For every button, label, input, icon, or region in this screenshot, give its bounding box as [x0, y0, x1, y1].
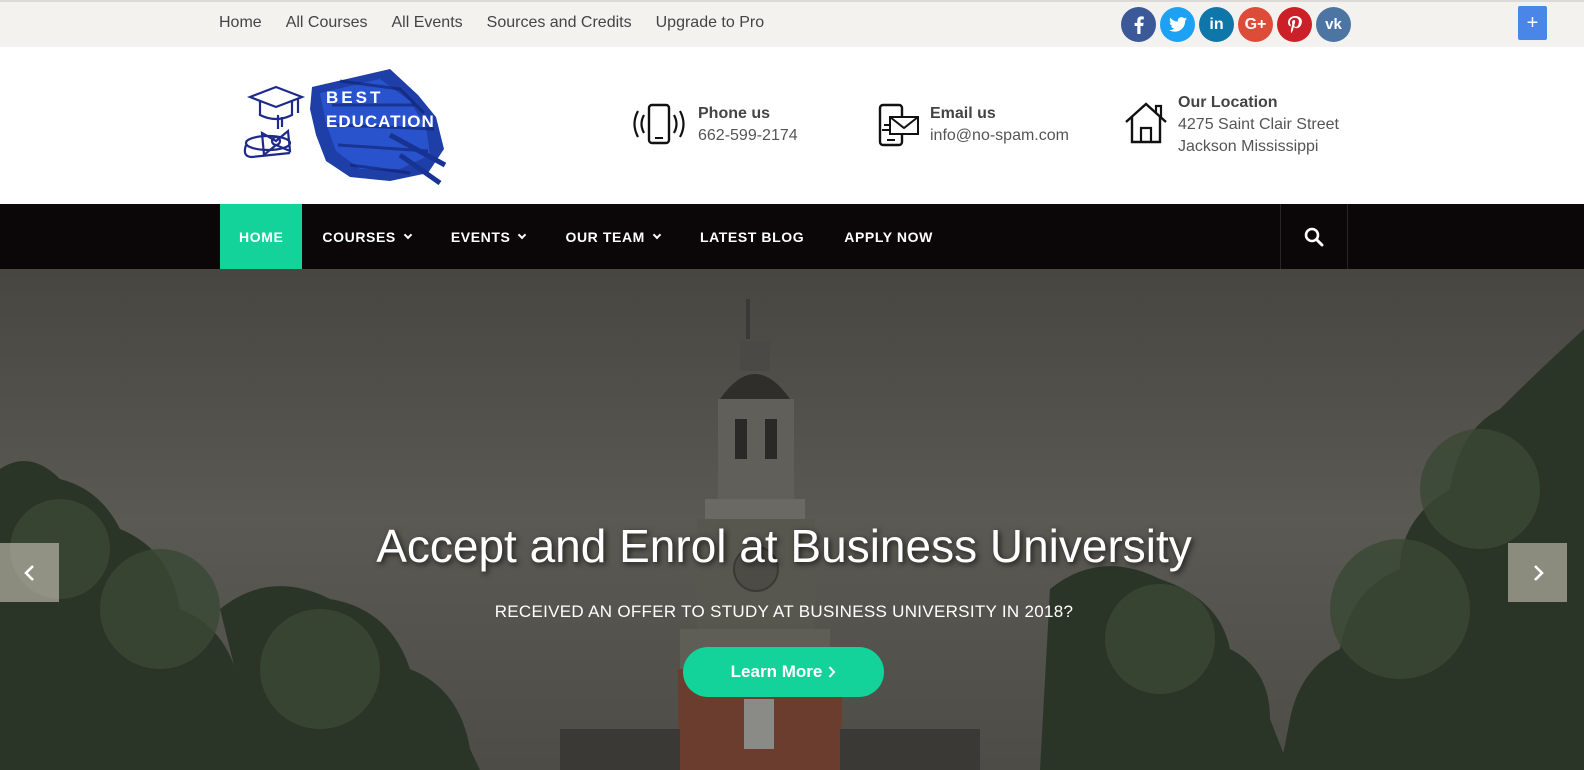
- nav-menu: HOME COURSES EVENTS OUR TEAM LATEST BLOG…: [220, 204, 953, 269]
- linkedin-icon[interactable]: in: [1199, 7, 1234, 42]
- contact-location: Our Location 4275 Saint Clair Street Jac…: [1124, 92, 1339, 158]
- location-street: 4275 Saint Clair Street: [1178, 116, 1339, 133]
- logo-text-education: EDUCATION: [326, 112, 435, 131]
- top-links: Home All Courses All Events Sources and …: [219, 14, 764, 32]
- chevron-right-icon: [1533, 564, 1544, 581]
- logo-cap-icon: [243, 85, 306, 159]
- facebook-icon[interactable]: [1121, 7, 1156, 42]
- google-plus-icon[interactable]: G+: [1238, 7, 1273, 42]
- hero-subtitle: RECEIVED AN OFFER TO STUDY AT BUSINESS U…: [494, 602, 1074, 621]
- email-icon: [878, 103, 920, 152]
- social-links: in G+ vk: [1121, 7, 1351, 42]
- slider-next-button[interactable]: [1508, 543, 1567, 602]
- search-icon: [1304, 227, 1324, 246]
- nav-item-apply-now[interactable]: APPLY NOW: [824, 204, 953, 269]
- chevron-left-icon: [23, 564, 34, 581]
- nav-item-our-team[interactable]: OUR TEAM: [545, 204, 679, 269]
- hero-title: Accept and Enrol at Business University: [376, 520, 1192, 572]
- slider-prev-button[interactable]: [0, 543, 59, 602]
- learn-more-label: Learn More: [730, 662, 823, 681]
- contact-email: Email us info@no-spam.com: [878, 103, 1069, 152]
- phone-number[interactable]: 662-599-2174: [698, 125, 798, 147]
- chevron-down-icon: [403, 230, 413, 239]
- learn-more-button[interactable]: Learn More: [683, 647, 884, 697]
- nav-item-events[interactable]: EVENTS: [431, 204, 546, 269]
- chevron-down-icon: [652, 230, 662, 239]
- contact-phone: Phone us 662-599-2174: [630, 103, 798, 152]
- nav-label-apply-now: APPLY NOW: [844, 228, 933, 245]
- top-link-upgrade-pro[interactable]: Upgrade to Pro: [656, 14, 765, 32]
- site-logo[interactable]: BEST EDUCATION: [240, 65, 450, 186]
- email-title: Email us: [930, 105, 996, 122]
- top-link-sources-credits[interactable]: Sources and Credits: [487, 14, 632, 32]
- top-link-all-events[interactable]: All Events: [392, 14, 463, 32]
- location-city: Jackson Mississippi: [1178, 138, 1319, 155]
- vk-icon[interactable]: vk: [1316, 7, 1351, 42]
- phone-title: Phone us: [698, 105, 771, 122]
- phone-icon: [630, 103, 688, 152]
- twitter-icon[interactable]: [1160, 7, 1195, 42]
- email-address[interactable]: info@no-spam.com: [930, 125, 1069, 147]
- nav-item-courses[interactable]: COURSES: [302, 204, 430, 269]
- top-bar: Home All Courses All Events Sources and …: [0, 0, 1584, 47]
- chevron-down-icon: [518, 230, 527, 239]
- logo-text-best: BEST: [326, 88, 383, 107]
- chevron-right-icon: [829, 666, 836, 678]
- location-title: Our Location: [1178, 94, 1278, 111]
- site-header: BEST EDUCATION Phone us 662-599-2174 Ema…: [0, 47, 1584, 204]
- main-nav: HOME COURSES EVENTS OUR TEAM LATEST BLOG…: [0, 204, 1584, 269]
- pinterest-icon[interactable]: [1277, 7, 1312, 42]
- nav-label-events: EVENTS: [450, 228, 511, 245]
- nav-label-latest-blog: LATEST BLOG: [699, 228, 805, 245]
- search-button[interactable]: [1280, 204, 1348, 269]
- nav-label-home: HOME: [239, 228, 284, 245]
- top-link-all-courses[interactable]: All Courses: [286, 14, 368, 32]
- home-icon: [1124, 100, 1168, 149]
- nav-label-courses: COURSES: [322, 228, 396, 245]
- nav-item-home[interactable]: HOME: [220, 204, 303, 269]
- add-button[interactable]: +: [1518, 6, 1547, 40]
- nav-item-latest-blog[interactable]: LATEST BLOG: [680, 204, 824, 269]
- nav-label-our-team: OUR TEAM: [565, 228, 645, 245]
- top-link-home[interactable]: Home: [219, 14, 262, 32]
- hero-slider: Accept and Enrol at Business University …: [0, 269, 1584, 770]
